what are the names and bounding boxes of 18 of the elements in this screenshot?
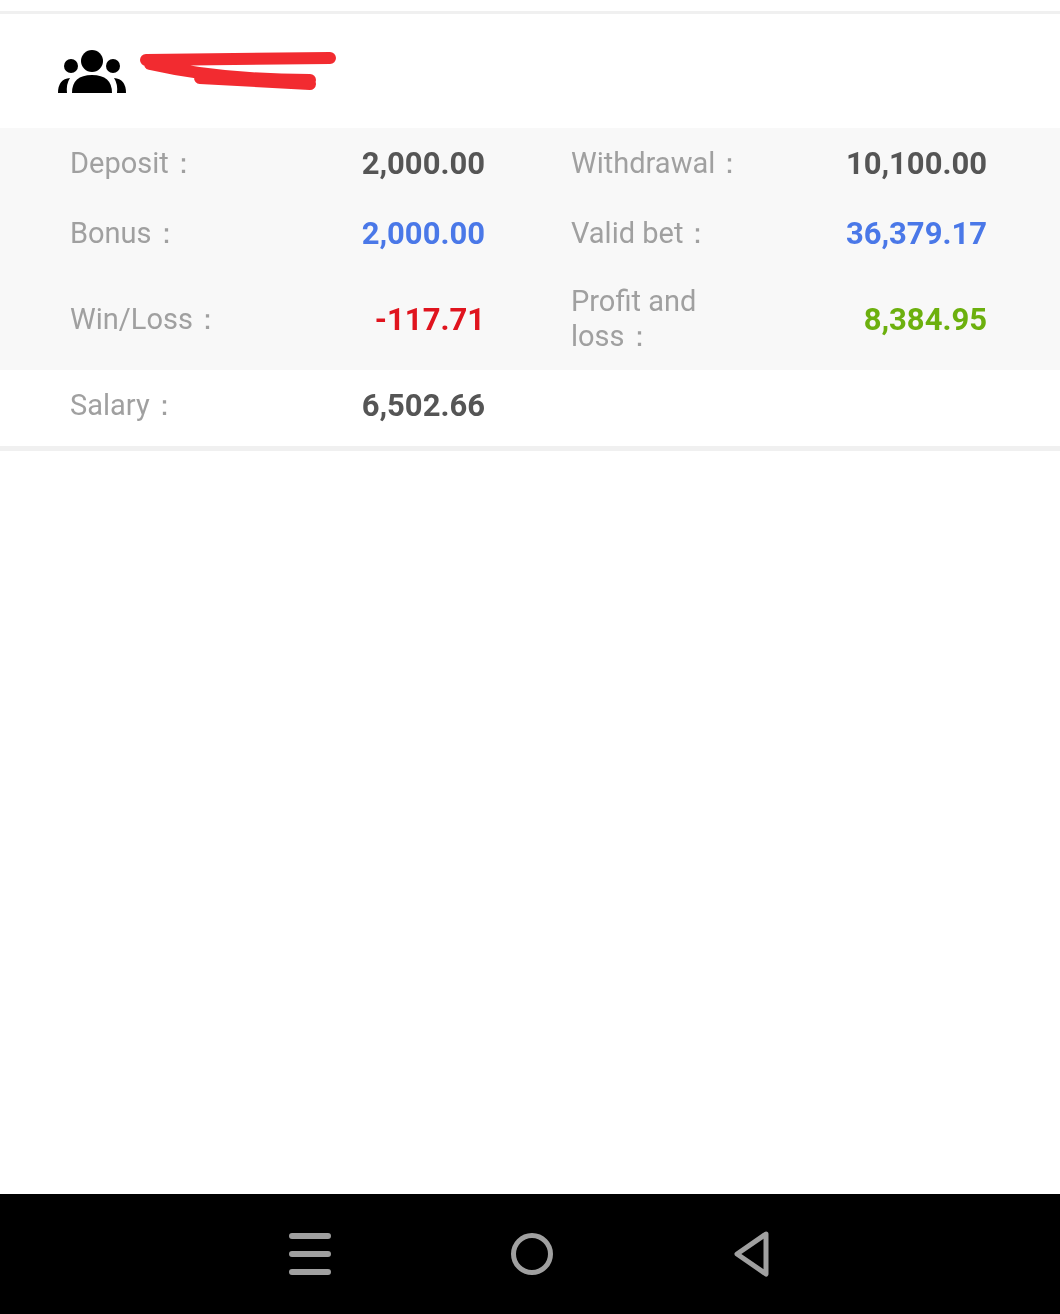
stat-value: -117.71 [374, 300, 485, 338]
stat-label: Profit and loss： [571, 284, 698, 354]
stat-label: Salary： [70, 387, 179, 423]
stat-value: 2,000.00 [361, 144, 485, 182]
stat-value: 2,000.00 [361, 214, 485, 252]
stat-label: Withdrawal： [571, 145, 731, 181]
stat-label: Deposit： [70, 145, 198, 181]
stat-label: Bonus： [70, 215, 181, 251]
stat-label: Win/Loss： [70, 301, 222, 337]
stat-value: 8,384.95 [863, 300, 987, 338]
stat-label: Valid bet： [571, 215, 713, 251]
stat-value: 10,100.00 [845, 144, 987, 182]
back-icon[interactable] [732, 1230, 771, 1278]
stat-value: 36,379.17 [845, 214, 987, 252]
stat-value: 6,502.66 [361, 386, 485, 424]
menu-icon[interactable] [289, 1232, 332, 1276]
group-icon [58, 49, 126, 93]
home-icon[interactable] [510, 1232, 554, 1276]
